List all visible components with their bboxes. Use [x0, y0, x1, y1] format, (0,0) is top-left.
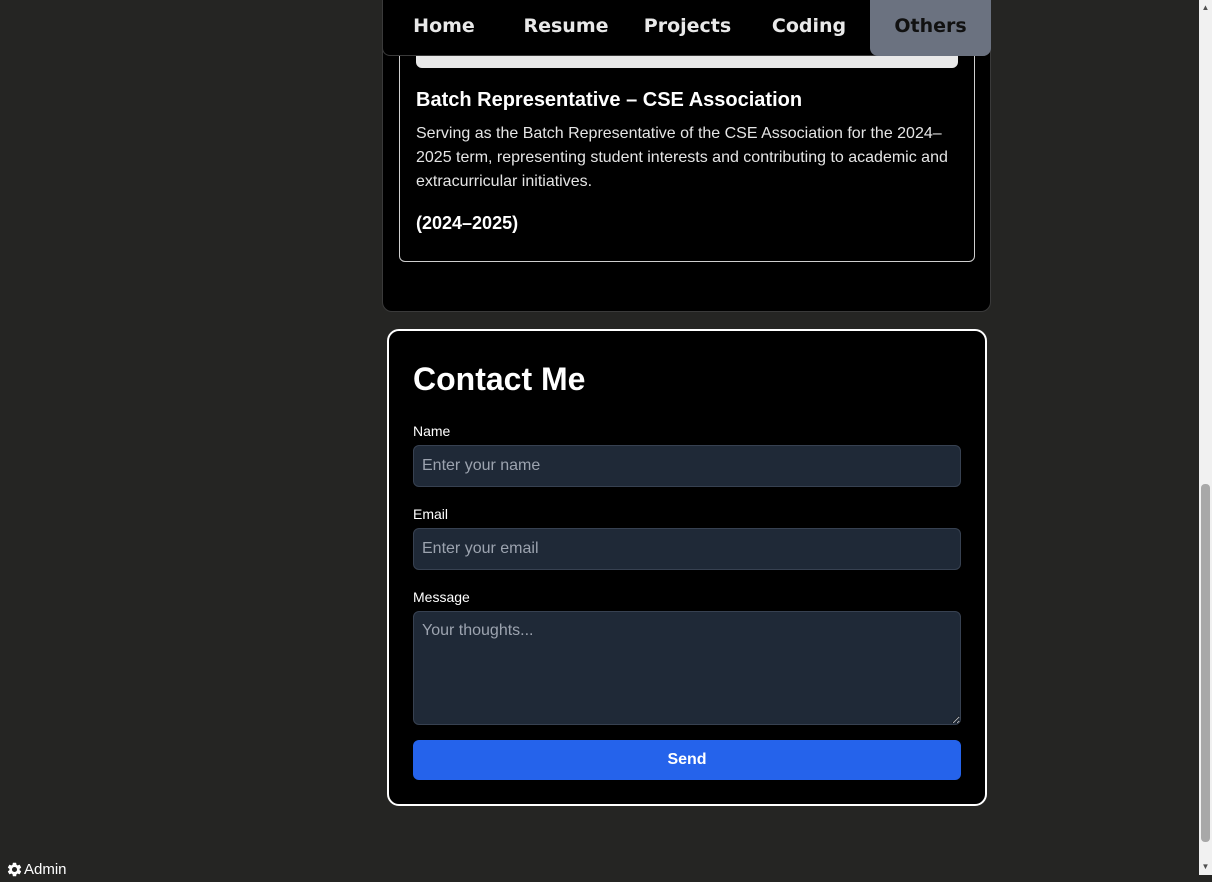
experience-card: Batch Representative – CSE Association S… — [399, 30, 975, 262]
name-label: Name — [413, 423, 451, 439]
page-scrollbar[interactable]: ▲ ▼ — [1199, 0, 1212, 875]
email-label: Email — [413, 506, 449, 522]
card-description: Serving as the Batch Representative of t… — [416, 125, 948, 190]
name-input[interactable] — [413, 445, 961, 487]
admin-link[interactable]: Admin — [6, 861, 67, 878]
scroll-up-arrow-icon[interactable]: ▲ — [1199, 0, 1212, 16]
contact-title: Contact Me — [413, 361, 586, 397]
message-textarea[interactable] — [413, 611, 961, 725]
nav-coding[interactable]: Coding — [748, 0, 870, 56]
nav-resume[interactable]: Resume — [505, 0, 627, 56]
contact-form: Contact Me Name Email Message Send — [387, 329, 987, 806]
top-navbar: Home Resume Projects Coding Others — [382, 0, 991, 56]
nav-projects[interactable]: Projects — [627, 0, 748, 56]
gear-icon — [6, 861, 23, 878]
nav-others[interactable]: Others — [870, 0, 991, 56]
scroll-thumb[interactable] — [1201, 484, 1210, 842]
scroll-down-arrow-icon[interactable]: ▼ — [1199, 859, 1212, 875]
send-button[interactable]: Send — [413, 740, 961, 780]
email-input[interactable] — [413, 528, 961, 570]
nav-home[interactable]: Home — [383, 0, 505, 56]
message-label: Message — [413, 589, 470, 605]
card-title: Batch Representative – CSE Association — [416, 89, 803, 111]
card-period: (2024–2025) — [416, 213, 519, 233]
admin-label: Admin — [24, 861, 67, 878]
